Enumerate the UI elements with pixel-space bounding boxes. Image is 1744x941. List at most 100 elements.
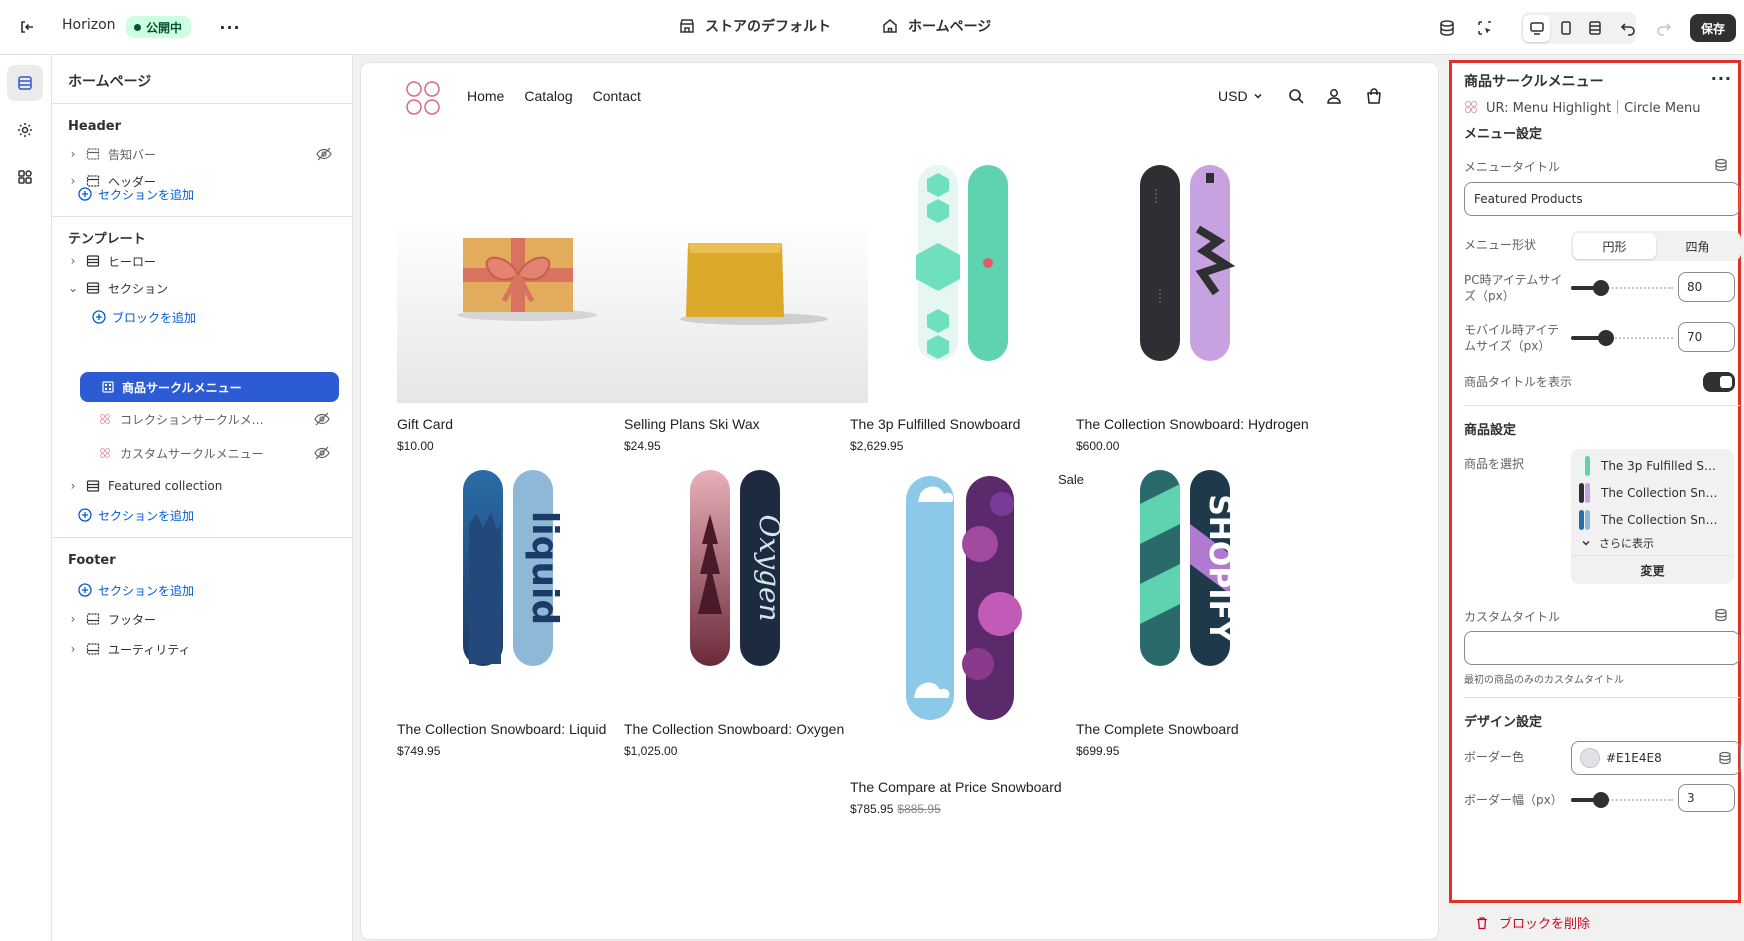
product-name[interactable]: The Collection Snowboard: Liquid [397, 718, 641, 740]
dynamic-source-icon[interactable] [1714, 608, 1728, 626]
store-preview: Home Catalog Contact USD Gift Card $10.0… [361, 63, 1438, 939]
sidebar-item-section[interactable]: ⌄ セクション [66, 274, 340, 302]
chevron-down-icon[interactable]: ⌄ [66, 281, 80, 295]
apps-icon[interactable] [7, 159, 43, 195]
nav-link-catalog[interactable]: Catalog [524, 88, 572, 104]
slider-knob[interactable] [1593, 792, 1609, 808]
product-card[interactable]: Sale The Compare at Price Snowboard $785… [850, 464, 1094, 818]
sidebar-item-utility[interactable]: › ユーティリティ [66, 635, 340, 663]
store-default-selector[interactable]: ストアのデフォルト [678, 16, 831, 36]
product-name[interactable]: The 3p Fulfilled Snowboard [850, 413, 1094, 435]
theme-name[interactable]: Horizon [62, 17, 116, 33]
search-icon[interactable] [1285, 85, 1307, 107]
store-logo[interactable] [405, 80, 441, 120]
add-section-button[interactable]: セクションを追加 [78, 503, 194, 527]
menu-title-input[interactable]: Featured Products [1464, 182, 1740, 216]
product-name[interactable]: Selling Plans Ski Wax [624, 413, 868, 435]
sidebar-item-featured-collection[interactable]: › Featured collection [66, 472, 340, 500]
redo-icon[interactable] [1650, 14, 1678, 42]
border-color-field[interactable]: #E1E4E8 [1571, 741, 1741, 775]
delete-block-button[interactable]: ブロックを削除 [1475, 913, 1590, 932]
eye-hidden-icon[interactable] [314, 446, 330, 463]
chevron-right-icon[interactable]: › [66, 612, 80, 626]
pc-size-slider[interactable] [1571, 280, 1673, 296]
chevron-right-icon[interactable]: › [66, 479, 80, 493]
sidebar-item-hero[interactable]: › ヒーロー [66, 247, 340, 275]
show-title-toggle[interactable] [1703, 372, 1735, 392]
plus-circle-icon [92, 310, 106, 324]
product-image[interactable] [1076, 159, 1320, 403]
shape-option-square[interactable]: 四角 [1656, 233, 1739, 259]
selected-product-item[interactable]: The Collection Snow... [1579, 479, 1729, 506]
mobile-view-icon[interactable] [1552, 15, 1579, 42]
product-image[interactable] [397, 159, 641, 403]
product-card[interactable]: liquid The Collection Snowboard: Liquid … [397, 464, 641, 760]
product-image[interactable]: liquid [397, 464, 641, 708]
inspector-icon[interactable] [1471, 14, 1499, 42]
add-section-button[interactable]: セクションを追加 [78, 182, 194, 206]
product-name[interactable]: The Collection Snowboard: Oxygen [624, 718, 868, 740]
cart-icon[interactable] [1363, 85, 1385, 107]
add-section-button[interactable]: セクションを追加 [78, 578, 194, 602]
product-card[interactable]: SHOPIFY The Complete Snowboard $699.95 [1076, 464, 1320, 760]
product-name[interactable]: The Collection Snowboard: Hydrogen [1076, 413, 1320, 435]
product-name[interactable]: Gift Card [397, 413, 641, 435]
database-icon[interactable] [1433, 14, 1461, 42]
mobile-size-input[interactable]: 70 [1678, 322, 1735, 352]
dynamic-source-icon[interactable] [1718, 751, 1732, 768]
product-card[interactable]: Gift Card $10.00 [397, 159, 641, 455]
eye-hidden-icon[interactable] [316, 147, 332, 164]
sidebar-item-collection-circle-menu[interactable]: コレクションサークルメニ... [92, 405, 338, 433]
selected-product-item[interactable]: The 3p Fulfilled Sno... [1579, 452, 1729, 479]
chevron-right-icon[interactable]: › [66, 147, 80, 161]
nav-link-contact[interactable]: Contact [593, 88, 641, 104]
more-actions-icon[interactable]: ··· [217, 14, 243, 40]
border-width-input[interactable]: 3 [1678, 784, 1735, 812]
desktop-view-icon[interactable] [1523, 14, 1550, 42]
product-image[interactable]: SHOPIFY [1076, 464, 1320, 708]
nav-link-home[interactable]: Home [467, 88, 504, 104]
slider-knob[interactable] [1598, 330, 1614, 346]
chevron-right-icon[interactable]: › [66, 642, 80, 656]
product-card[interactable]: The Collection Snowboard: Hydrogen $600.… [1076, 159, 1320, 455]
custom-title-input[interactable] [1464, 631, 1740, 665]
product-image[interactable]: Oxygen [624, 464, 868, 708]
exit-icon[interactable] [14, 14, 40, 40]
add-block-button[interactable]: ブロックを追加 [92, 305, 196, 329]
sidebar-item-product-circle-menu[interactable]: 商品サークルメニュー [80, 372, 339, 402]
save-button[interactable]: 保存 [1690, 14, 1736, 42]
product-card[interactable]: Oxygen The Collection Snowboard: Oxygen … [624, 464, 868, 760]
more-actions-icon[interactable]: ··· [1711, 69, 1732, 88]
product-card[interactable]: Selling Plans Ski Wax $24.95 [624, 159, 868, 455]
mobile-size-slider[interactable] [1571, 330, 1673, 346]
product-image[interactable] [850, 159, 1094, 403]
currency-selector[interactable]: USD [1218, 88, 1263, 104]
pc-size-input[interactable]: 80 [1678, 272, 1735, 302]
account-icon[interactable] [1323, 85, 1345, 107]
color-swatch[interactable] [1580, 748, 1600, 768]
page-selector[interactable]: ホームページ [881, 16, 991, 36]
block-icon [96, 413, 114, 425]
slider-rest [1605, 287, 1673, 289]
border-width-slider[interactable] [1571, 792, 1673, 808]
sidebar-item-footer[interactable]: › フッター [66, 605, 340, 633]
shape-option-circle[interactable]: 円形 [1573, 233, 1656, 259]
selected-product-item[interactable]: The Collection Snow... [1579, 506, 1729, 533]
product-name[interactable]: The Complete Snowboard [1076, 718, 1320, 740]
settings-gear-icon[interactable] [7, 112, 43, 148]
sections-icon[interactable] [7, 65, 43, 101]
sidebar-item-custom-circle-menu[interactable]: カスタムサークルメニュー [92, 439, 338, 467]
chevron-right-icon[interactable]: › [66, 254, 80, 268]
product-name[interactable]: The Compare at Price Snowboard [850, 776, 1094, 798]
full-width-view-icon[interactable] [1581, 15, 1608, 42]
product-image[interactable] [624, 159, 868, 403]
slider-knob[interactable] [1593, 280, 1609, 296]
product-card[interactable]: The 3p Fulfilled Snowboard $2,629.95 [850, 159, 1094, 455]
change-products-button[interactable]: 変更 [1571, 555, 1734, 584]
dynamic-source-icon[interactable] [1714, 158, 1728, 176]
show-more-button[interactable]: さらに表示 [1581, 535, 1654, 551]
product-image[interactable]: Sale [850, 464, 1094, 766]
sidebar-item-announcement-bar[interactable]: › 告知バー [66, 140, 340, 168]
eye-hidden-icon[interactable] [314, 412, 330, 429]
undo-icon[interactable] [1614, 14, 1642, 42]
